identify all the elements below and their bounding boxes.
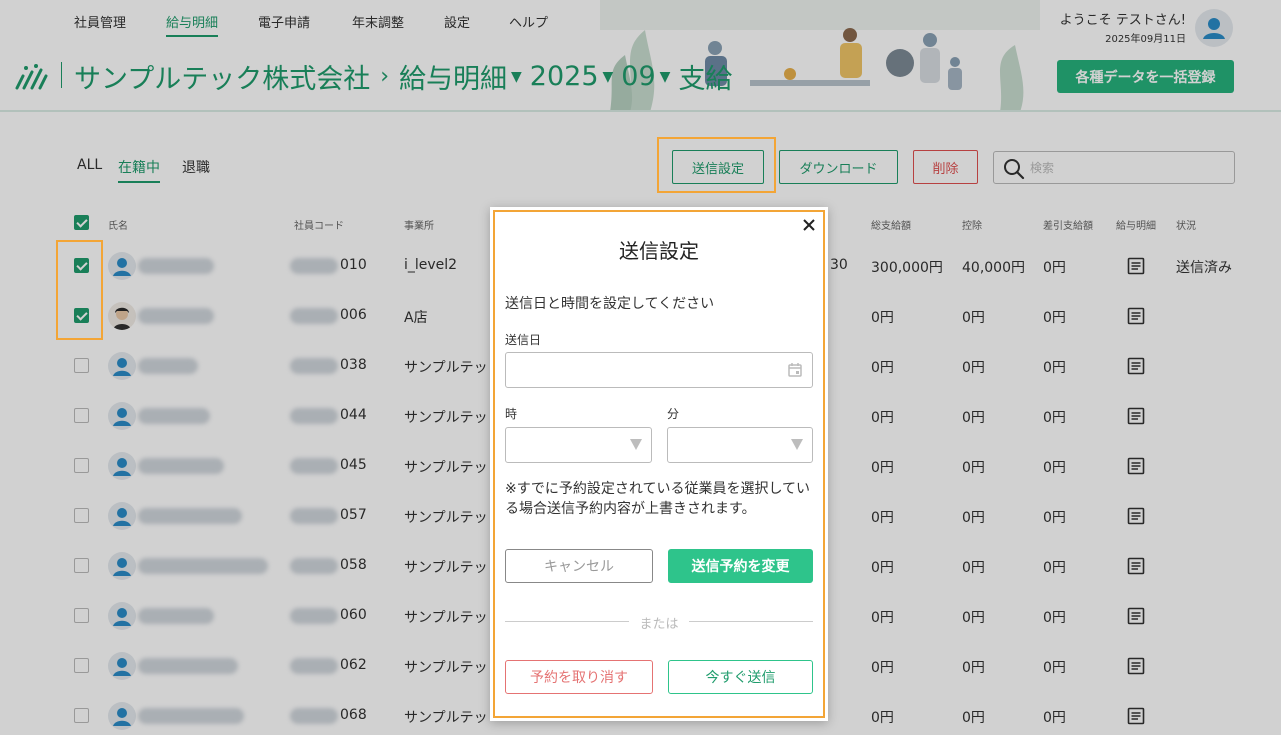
chevron-down-icon: [630, 439, 642, 450]
cancel-reservation-button[interactable]: 予約を取り消す: [505, 660, 653, 694]
or-separator: または: [639, 617, 679, 632]
dialog-title: 送信設定: [619, 239, 699, 263]
highlight-selected-rows: [56, 240, 103, 340]
divider: [689, 621, 813, 622]
send-date-input[interactable]: [505, 352, 813, 388]
send-date-label: 送信日: [505, 333, 542, 347]
highlight-dialog: [493, 210, 825, 718]
cancel-button[interactable]: キャンセル: [505, 549, 653, 583]
calendar-icon[interactable]: [787, 362, 803, 378]
send-now-button[interactable]: 今すぐ送信: [668, 660, 813, 694]
hour-label: 時: [505, 407, 518, 421]
send-settings-dialog: 送信設定 送信日と時間を設定してください 送信日 時 分 ※すでに予約設定されて…: [490, 207, 828, 721]
minute-label: 分: [667, 407, 680, 421]
change-schedule-button[interactable]: 送信予約を変更: [668, 549, 813, 583]
overwrite-warning: ※すでに予約設定されている従業員を選択している場合送信予約内容が上書きされます。: [505, 481, 811, 517]
highlight-send-settings: [657, 137, 776, 193]
dialog-instruction: 送信日と時間を設定してください: [505, 296, 715, 312]
close-icon[interactable]: [800, 216, 818, 234]
chevron-down-icon: [791, 439, 803, 450]
